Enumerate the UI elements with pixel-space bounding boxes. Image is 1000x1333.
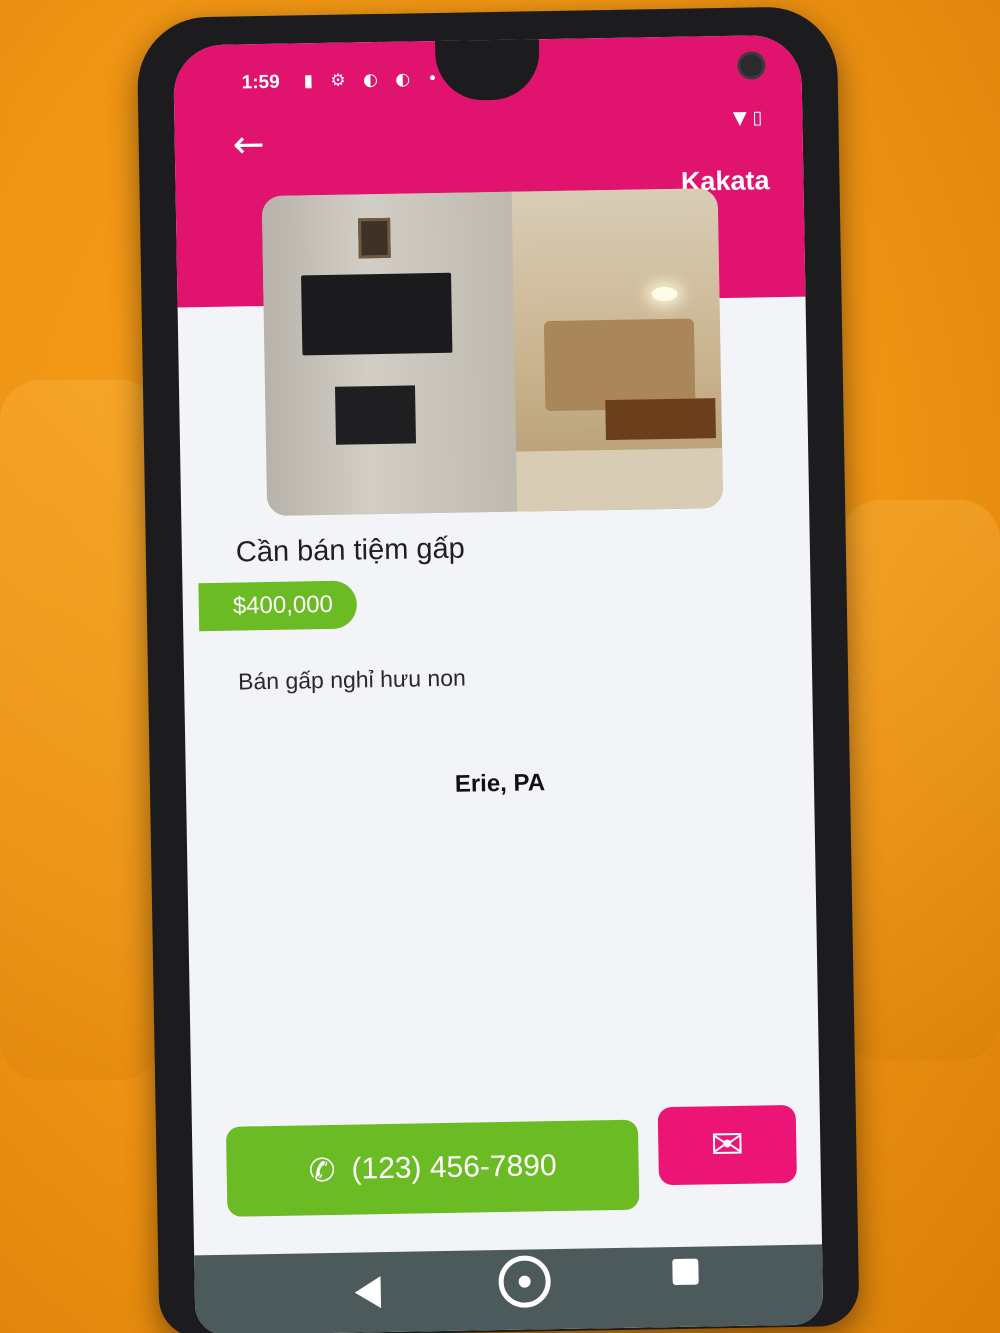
- background-fabric-fold-left: [0, 380, 160, 1080]
- email-button[interactable]: ✉: [657, 1104, 797, 1186]
- listing-photo[interactable]: [261, 188, 724, 517]
- phone-number: (123) 456-7890: [351, 1149, 557, 1186]
- system-nav-bar: [194, 1244, 824, 1333]
- photo-tv: [301, 272, 453, 356]
- nav-home-button[interactable]: [498, 1255, 552, 1309]
- nav-back-button[interactable]: [354, 1276, 382, 1309]
- phone-icon: ✆: [308, 1150, 336, 1190]
- arrow-left-icon: ←: [232, 121, 265, 167]
- status-time: 1:59: [241, 71, 280, 94]
- app-screen: 1:59 ▮ ⚙ ◐ ◐ • ▼ ▯ ← Kakata Cần bán tiệm…: [173, 34, 824, 1333]
- photo-shelf: [334, 385, 416, 445]
- photo-floor: [516, 448, 724, 512]
- envelope-icon: ✉: [710, 1121, 745, 1169]
- background-fabric-fold-right: [840, 500, 1000, 1060]
- price-badge: $400,000: [198, 580, 358, 632]
- call-button[interactable]: ✆ (123) 456-7890: [225, 1119, 640, 1217]
- listing-description: Bán gấp nghỉ hưu non: [237, 664, 467, 695]
- photo-wall-frame: [358, 217, 391, 259]
- photo-table: [605, 398, 716, 441]
- photo-cabinet: [543, 318, 696, 412]
- nav-recents-button[interactable]: [672, 1258, 699, 1286]
- back-button[interactable]: ←: [232, 121, 277, 169]
- wifi-battery-icons: ▼ ▯: [732, 107, 763, 129]
- listing-location: Erie, PA: [454, 769, 546, 798]
- phone-device: 1:59 ▮ ⚙ ◐ ◐ • ▼ ▯ ← Kakata Cần bán tiệm…: [136, 5, 860, 1333]
- listing-title: Cần bán tiệm gấp: [235, 532, 466, 569]
- status-notification-icons: ▮ ⚙ ◐ ◐ •: [303, 68, 444, 92]
- nav-home-dot-icon: [518, 1275, 531, 1288]
